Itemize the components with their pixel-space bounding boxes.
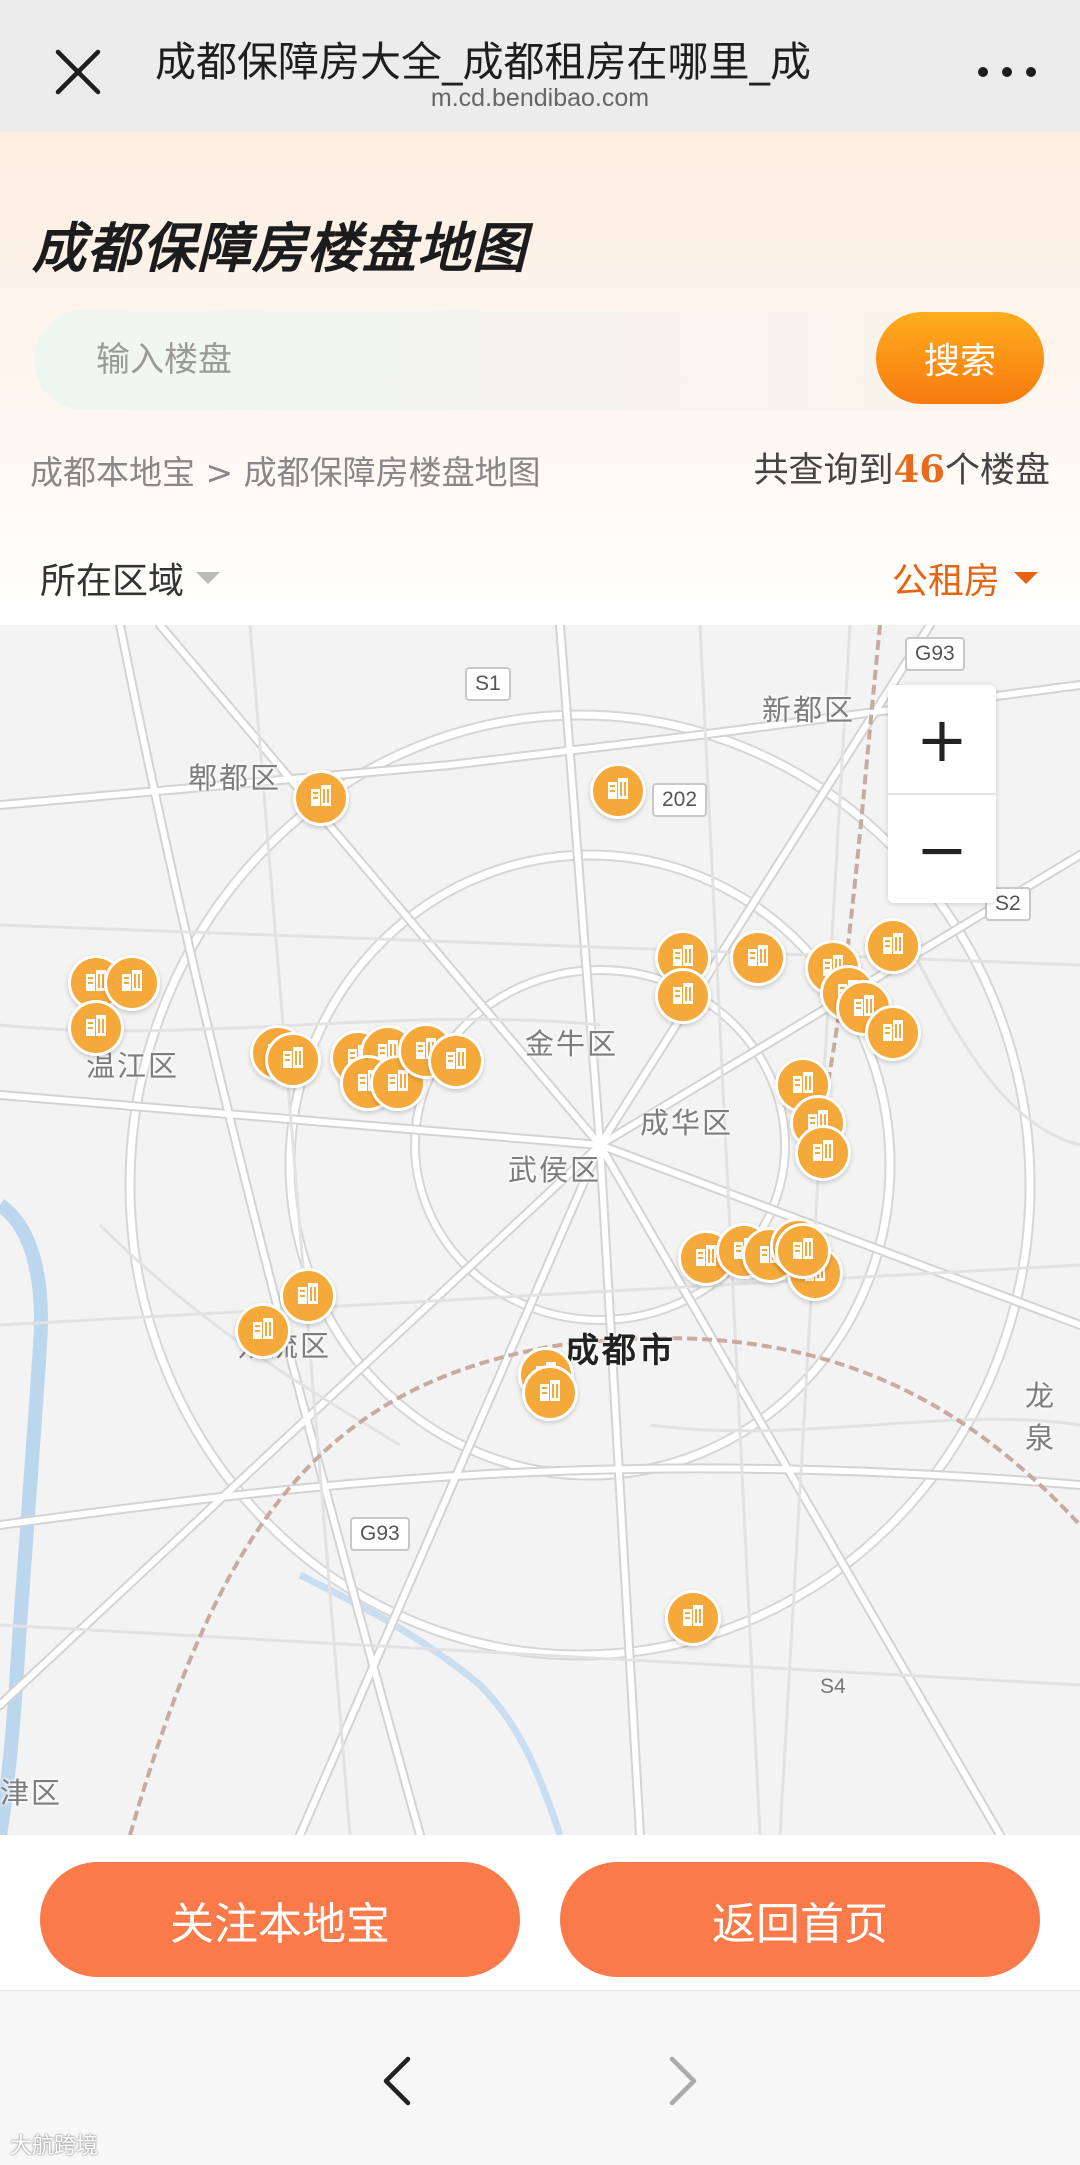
bottom-action-bar: 关注本地宝 返回首页 <box>0 1835 1080 1990</box>
building-icon <box>678 1601 708 1635</box>
district-label-jinniu: 金牛区 <box>525 1027 619 1061</box>
zoom-out-button[interactable]: − <box>888 795 996 903</box>
building-icon <box>81 1011 111 1045</box>
housing-pin[interactable] <box>104 955 160 1011</box>
district-label-chenghua: 成华区 <box>640 1106 734 1140</box>
building-icon <box>603 774 633 808</box>
map-view[interactable]: 郫都区 新都区 温江区 金牛区 成华区 武侯区 双流区 龙泉 津区 成都市 S1… <box>0 625 1080 1835</box>
browser-nav-bar <box>0 1990 1080 2165</box>
watermark: 大航跨境 <box>10 2134 99 2159</box>
zoom-in-button[interactable]: + <box>888 685 996 793</box>
road-label-s4: S4 <box>820 1675 846 1698</box>
building-icon <box>248 1314 278 1348</box>
page-title: 成都保障房大全_成都租房在哪里_成 <box>155 38 811 86</box>
building-icon <box>808 1136 838 1170</box>
page-heading: 成都保障房楼盘地图 <box>32 217 527 280</box>
district-label-longquan: 龙泉 <box>1025 1379 1057 1455</box>
page-header: 成都保障房楼盘地图 搜索 成都本地宝 > 成都保障房楼盘地图 共查询到46个楼盘… <box>0 132 1080 625</box>
breadcrumb-current[interactable]: 成都保障房楼盘地图 <box>244 453 541 492</box>
housing-pin[interactable] <box>655 968 711 1024</box>
building-icon <box>117 966 147 1000</box>
region-filter-label: 所在区域 <box>40 561 185 602</box>
browser-top-bar: 成都保障房大全_成都租房在哪里_成 m.cd.bendibao.com <box>0 0 1080 132</box>
road-tag-s1: S1 <box>465 667 511 701</box>
building-icon <box>878 929 908 963</box>
housing-pin[interactable] <box>293 770 349 826</box>
search-button[interactable]: 搜索 <box>876 312 1044 404</box>
breadcrumb: 成都本地宝 > 成都保障房楼盘地图 <box>30 446 541 494</box>
building-icon <box>306 781 336 815</box>
building-icon <box>788 1234 818 1268</box>
housing-pin[interactable] <box>730 930 786 986</box>
back-home-button[interactable]: 返回首页 <box>560 1862 1040 1977</box>
building-icon <box>743 941 773 975</box>
housing-type-dropdown[interactable]: 公租房 <box>892 552 1038 604</box>
count-suffix: 个楼盘 <box>944 451 1050 491</box>
building-icon <box>278 1043 308 1077</box>
housing-pin[interactable] <box>590 763 646 819</box>
zoom-controls: + − <box>888 685 996 903</box>
breadcrumb-separator: > <box>195 453 244 492</box>
district-label-pidu: 郫都区 <box>188 761 282 795</box>
district-label-xinjin: 津区 <box>0 1776 63 1810</box>
housing-pin[interactable] <box>522 1365 578 1421</box>
housing-pin[interactable] <box>865 1005 921 1061</box>
road-tag-g93-south: G93 <box>350 1517 410 1551</box>
housing-pin[interactable] <box>775 1223 831 1279</box>
housing-pin[interactable] <box>235 1303 291 1359</box>
chevron-down-icon <box>1014 572 1038 584</box>
back-arrow-icon[interactable] <box>370 2051 430 2111</box>
breadcrumb-home-link[interactable]: 成都本地宝 <box>30 453 195 492</box>
city-label-chengdu: 成都市 <box>565 1331 676 1371</box>
housing-pin[interactable] <box>68 1000 124 1056</box>
follow-button[interactable]: 关注本地宝 <box>40 1862 520 1977</box>
building-icon <box>878 1016 908 1050</box>
building-icon <box>293 1279 323 1313</box>
forward-arrow-icon[interactable] <box>650 2051 710 2111</box>
building-icon <box>441 1044 471 1078</box>
more-icon[interactable] <box>972 60 1042 84</box>
region-filter-dropdown[interactable]: 所在区域 <box>40 552 221 604</box>
housing-pin[interactable] <box>265 1032 321 1088</box>
road-tag-202: 202 <box>652 783 708 817</box>
district-label-wuhou: 武侯区 <box>508 1153 602 1187</box>
page-url: m.cd.bendibao.com <box>430 84 650 112</box>
road-tag-g93: G93 <box>905 637 965 671</box>
result-count: 共查询到46个楼盘 <box>753 442 1050 493</box>
chevron-down-icon <box>196 572 221 584</box>
housing-pin[interactable] <box>865 918 921 974</box>
housing-pin[interactable] <box>665 1590 721 1646</box>
count-value: 46 <box>893 447 945 491</box>
count-prefix: 共查询到 <box>753 451 894 491</box>
district-label-xindu: 新都区 <box>762 693 856 727</box>
housing-pin[interactable] <box>428 1033 484 1089</box>
building-icon <box>535 1376 565 1410</box>
building-icon <box>668 979 698 1013</box>
housing-pin[interactable] <box>795 1125 851 1181</box>
search-input[interactable] <box>94 310 794 410</box>
housing-type-label: 公租房 <box>891 561 1000 602</box>
housing-pin[interactable] <box>280 1268 336 1324</box>
